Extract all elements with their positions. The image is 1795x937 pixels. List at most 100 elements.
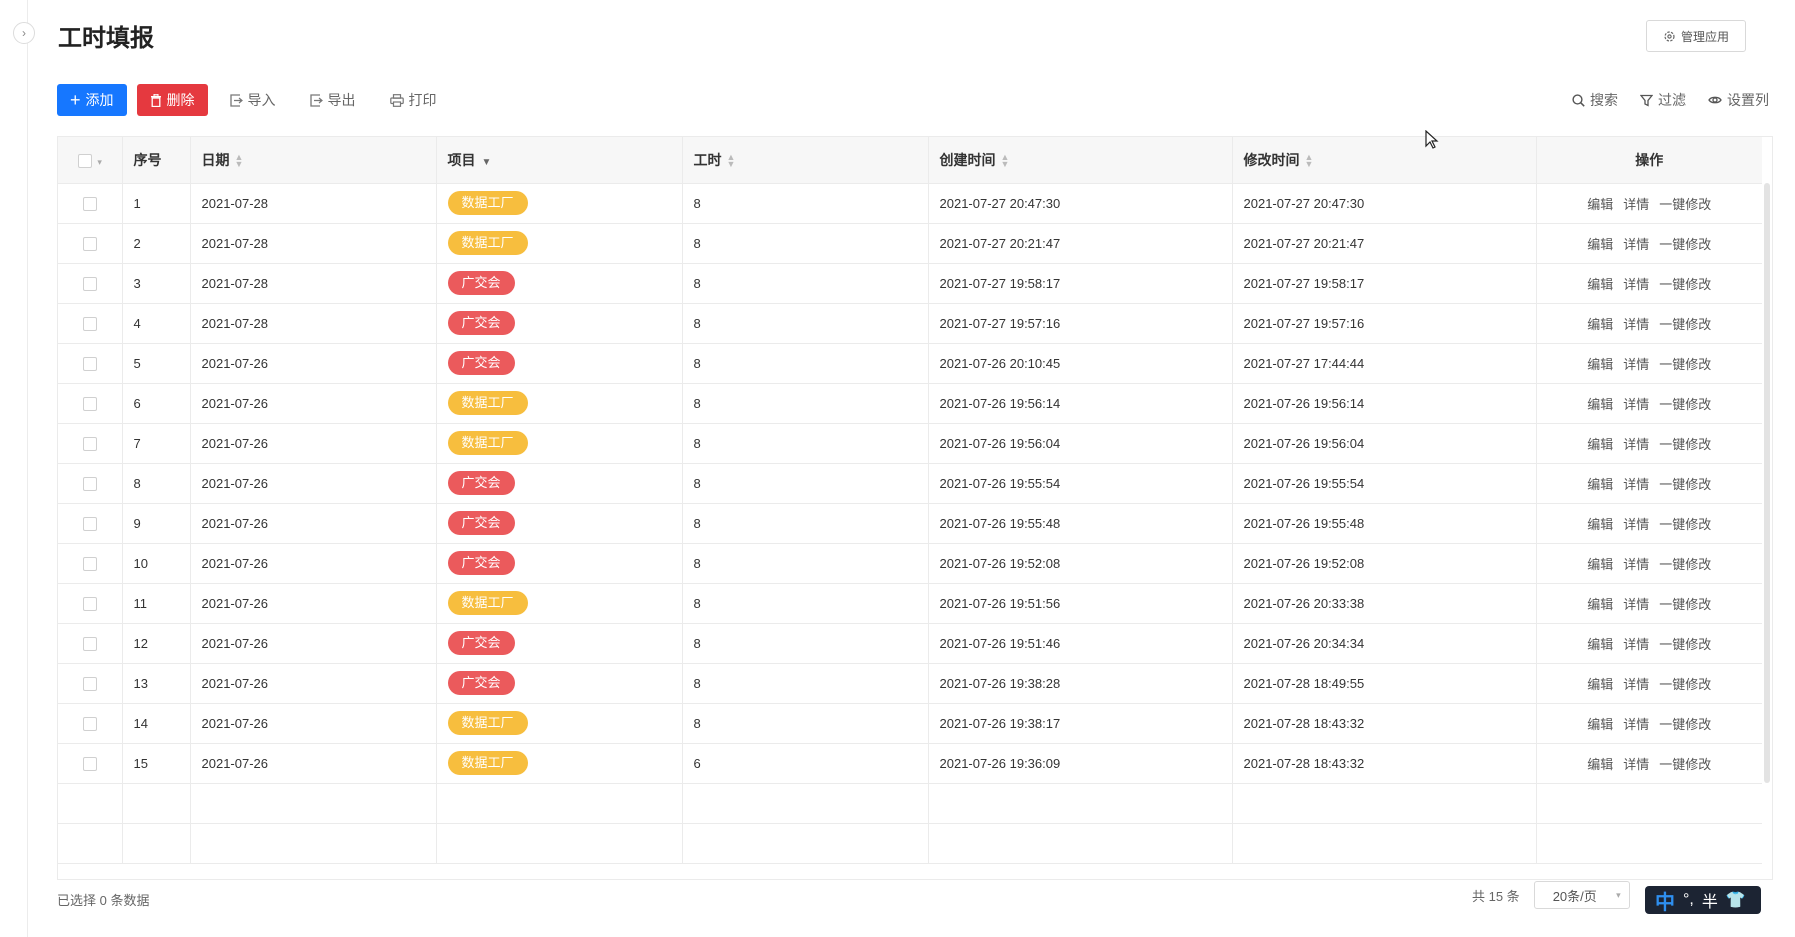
quick-edit-link[interactable]: 一键修改: [1659, 757, 1711, 772]
dropdown-icon[interactable]: ▼: [482, 157, 492, 168]
table-row[interactable]: 14 2021-07-26 数据工厂 8 2021-07-26 19:38:17 2021…: [58, 703, 1762, 744]
edit-link[interactable]: 编辑: [1587, 277, 1613, 292]
table-row[interactable]: 3 2021-07-28 广交会 8 2021-07-27 19:58:17 2021-0…: [58, 263, 1762, 304]
sort-icon[interactable]: ▲ ▼: [1305, 153, 1314, 169]
row-checkbox[interactable]: [82, 356, 97, 371]
detail-link[interactable]: 详情: [1623, 517, 1649, 532]
detail-link[interactable]: 详情: [1623, 397, 1649, 412]
row-checkbox[interactable]: [82, 476, 97, 491]
table-row[interactable]: 15 2021-07-26 数据工厂 6 2021-07-26 19:36:09 2021…: [58, 743, 1762, 784]
detail-link[interactable]: 详情: [1623, 437, 1649, 452]
quick-edit-link[interactable]: 一键修改: [1659, 197, 1711, 212]
table-row[interactable]: 10 2021-07-26 广交会 8 2021-07-26 19:52:08 2021-…: [58, 543, 1762, 584]
quick-edit-link[interactable]: 一键修改: [1659, 397, 1711, 412]
quick-edit-link[interactable]: 一键修改: [1659, 717, 1711, 732]
edit-link[interactable]: 编辑: [1587, 397, 1613, 412]
quick-edit-link[interactable]: 一键修改: [1659, 677, 1711, 692]
detail-link[interactable]: 详情: [1623, 677, 1649, 692]
quick-edit-link[interactable]: 一键修改: [1659, 477, 1711, 492]
quick-edit-link[interactable]: 一键修改: [1659, 277, 1711, 292]
table-row[interactable]: 4 2021-07-28 广交会 8 2021-07-27 19:57:16 2021-0…: [58, 303, 1762, 344]
select-all-checkbox[interactable]: [77, 153, 92, 168]
row-checkbox[interactable]: [82, 636, 97, 651]
edit-link[interactable]: 编辑: [1587, 557, 1613, 572]
row-checkbox[interactable]: [82, 236, 97, 251]
edit-link[interactable]: 编辑: [1587, 437, 1613, 452]
table-row[interactable]: 9 2021-07-26 广交会 8 2021-07-26 19:55:48 2021-0…: [58, 503, 1762, 544]
edit-link[interactable]: 编辑: [1587, 477, 1613, 492]
column-header-project[interactable]: 项目 ▼: [436, 137, 683, 184]
table-row[interactable]: 8 2021-07-26 广交会 8 2021-07-26 19:55:54 2021-0…: [58, 463, 1762, 504]
table-row[interactable]: 1 2021-07-28 数据工厂 8 2021-07-27 20:47:30 2021-…: [58, 183, 1762, 224]
row-checkbox[interactable]: [82, 436, 97, 451]
sort-icon[interactable]: ▲ ▼: [1001, 153, 1010, 169]
manage-app-button[interactable]: 管理应用: [1646, 20, 1746, 52]
page-size-select[interactable]: 20条/页 ▾: [1533, 881, 1630, 909]
vertical-scrollbar[interactable]: [1764, 183, 1770, 783]
row-checkbox[interactable]: [82, 556, 97, 571]
import-button[interactable]: 导入: [218, 84, 288, 116]
quick-edit-link[interactable]: 一键修改: [1659, 237, 1711, 252]
quick-edit-link[interactable]: 一键修改: [1659, 637, 1711, 652]
quick-edit-link[interactable]: 一键修改: [1659, 517, 1711, 532]
table-row[interactable]: 11 2021-07-26 数据工厂 8 2021-07-26 19:51:56 2021…: [58, 583, 1762, 624]
table-row[interactable]: 5 2021-07-26 广交会 8 2021-07-26 20:10:45 2021-0…: [58, 343, 1762, 384]
quick-edit-link[interactable]: 一键修改: [1659, 317, 1711, 332]
edit-link[interactable]: 编辑: [1587, 637, 1613, 652]
edit-link[interactable]: 编辑: [1587, 357, 1613, 372]
detail-link[interactable]: 详情: [1623, 277, 1649, 292]
sort-icon[interactable]: ▲ ▼: [235, 153, 244, 169]
row-checkbox[interactable]: [82, 676, 97, 691]
row-checkbox[interactable]: [82, 716, 97, 731]
row-checkbox[interactable]: [82, 756, 97, 771]
column-header-hours[interactable]: 工时 ▲ ▼: [682, 137, 929, 184]
quick-edit-link[interactable]: 一键修改: [1659, 437, 1711, 452]
shirt-icon[interactable]: 👕: [1726, 890, 1746, 910]
row-checkbox[interactable]: [82, 316, 97, 331]
edit-link[interactable]: 编辑: [1587, 597, 1613, 612]
add-button[interactable]: + 添加: [57, 84, 127, 116]
edit-link[interactable]: 编辑: [1587, 197, 1613, 212]
edit-link[interactable]: 编辑: [1587, 517, 1613, 532]
detail-link[interactable]: 详情: [1623, 757, 1649, 772]
detail-link[interactable]: 详情: [1623, 557, 1649, 572]
ime-toolbar[interactable]: 中 °, 半 👕: [1645, 886, 1761, 914]
detail-link[interactable]: 详情: [1623, 637, 1649, 652]
edit-link[interactable]: 编辑: [1587, 677, 1613, 692]
detail-link[interactable]: 详情: [1623, 237, 1649, 252]
row-checkbox[interactable]: [82, 276, 97, 291]
column-header-created[interactable]: 创建时间 ▲ ▼: [928, 137, 1233, 184]
row-checkbox[interactable]: [82, 596, 97, 611]
detail-link[interactable]: 详情: [1623, 597, 1649, 612]
ime-width[interactable]: 半: [1702, 888, 1718, 912]
search-button[interactable]: 搜索: [1572, 90, 1618, 110]
chevron-down-icon[interactable]: ▾: [97, 157, 102, 167]
table-row[interactable]: 6 2021-07-26 数据工厂 8 2021-07-26 19:56:14 2021-…: [58, 383, 1762, 424]
filter-button[interactable]: 过滤: [1640, 90, 1686, 110]
edit-link[interactable]: 编辑: [1587, 317, 1613, 332]
table-row[interactable]: 13 2021-07-26 广交会 8 2021-07-26 19:38:28 2021-…: [58, 663, 1762, 704]
detail-link[interactable]: 详情: [1623, 317, 1649, 332]
sort-icon[interactable]: ▲ ▼: [727, 153, 736, 169]
column-header-date[interactable]: 日期 ▲ ▼: [190, 137, 437, 184]
quick-edit-link[interactable]: 一键修改: [1659, 597, 1711, 612]
detail-link[interactable]: 详情: [1623, 477, 1649, 492]
table-row[interactable]: 2 2021-07-28 数据工厂 8 2021-07-27 20:21:47 2021-…: [58, 223, 1762, 264]
row-checkbox[interactable]: [82, 396, 97, 411]
edit-link[interactable]: 编辑: [1587, 237, 1613, 252]
edit-link[interactable]: 编辑: [1587, 717, 1613, 732]
edit-link[interactable]: 编辑: [1587, 757, 1613, 772]
row-checkbox[interactable]: [82, 196, 97, 211]
ime-punctuation[interactable]: °,: [1683, 891, 1694, 909]
table-row[interactable]: 7 2021-07-26 数据工厂 8 2021-07-26 19:56:04 2021-…: [58, 423, 1762, 464]
quick-edit-link[interactable]: 一键修改: [1659, 557, 1711, 572]
row-checkbox[interactable]: [82, 516, 97, 531]
sidebar-expand-button[interactable]: ›: [13, 22, 35, 44]
delete-button[interactable]: 删除: [136, 84, 208, 116]
ime-mode[interactable]: 中: [1655, 886, 1675, 915]
quick-edit-link[interactable]: 一键修改: [1659, 357, 1711, 372]
column-settings-button[interactable]: 设置列: [1708, 90, 1769, 110]
detail-link[interactable]: 详情: [1623, 717, 1649, 732]
table-row[interactable]: 12 2021-07-26 广交会 8 2021-07-26 19:51:46 2021-…: [58, 623, 1762, 664]
export-button[interactable]: 导出: [298, 84, 368, 116]
